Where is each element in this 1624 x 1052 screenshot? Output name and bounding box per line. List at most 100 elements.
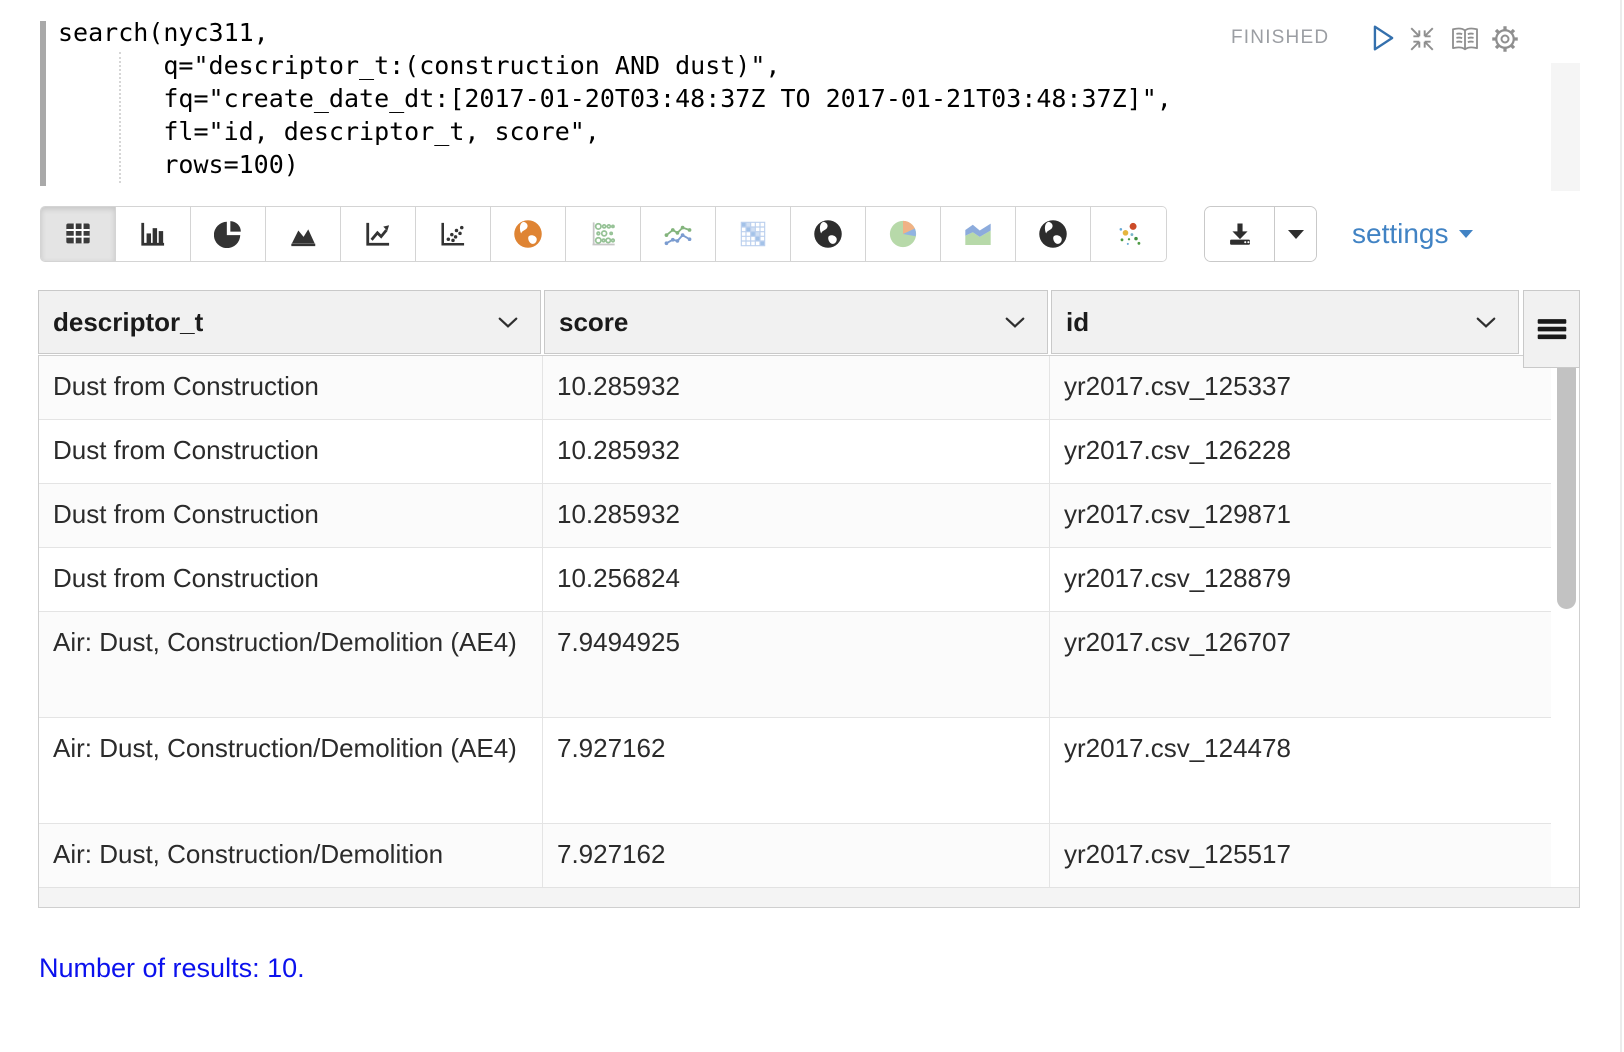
cell-id: yr2017.csv_125517 <box>1049 824 1551 887</box>
cell-score: 10.285932 <box>542 356 1049 419</box>
chevron-down-icon <box>1005 317 1025 328</box>
horizontal-scrollbar-track <box>39 887 1579 907</box>
caret-down-icon <box>1459 230 1473 238</box>
viz-pie-colored-button[interactable] <box>866 207 941 261</box>
paragraph-settings-button[interactable] <box>1490 24 1520 54</box>
viz-globe-orange-button[interactable] <box>491 207 566 261</box>
viz-area-chart-button[interactable] <box>266 207 341 261</box>
run-button[interactable] <box>1370 24 1396 52</box>
table-body-rows: Dust from Construction10.285932yr2017.cs… <box>39 356 1579 888</box>
viz-bubble-grid-button[interactable] <box>566 207 641 261</box>
viz-globe-dark-2-button[interactable] <box>1016 207 1091 261</box>
pie-colored-icon <box>888 219 918 249</box>
cell-score: 7.9494925 <box>542 612 1049 717</box>
play-icon <box>1370 24 1396 52</box>
collapse-editor-button[interactable] <box>1407 25 1437 53</box>
status-badge: FINISHED <box>1231 27 1329 49</box>
viz-line-chart-button[interactable] <box>341 207 416 261</box>
cell-score: 10.285932 <box>542 420 1049 483</box>
book-icon <box>1449 25 1481 53</box>
code-line[interactable]: fq="create_date_dt:[2017-01-20T03:48:37Z… <box>58 82 1172 115</box>
viz-bar-chart-button[interactable] <box>116 207 191 261</box>
caret-down-icon <box>1288 230 1304 239</box>
column-dropdown-button[interactable] <box>1476 317 1496 328</box>
viz-button-group <box>40 206 1167 262</box>
viz-area-colored-button[interactable] <box>941 207 1016 261</box>
cell-id: yr2017.csv_129871 <box>1049 484 1551 547</box>
table-menu-button[interactable] <box>1523 290 1580 368</box>
code-line[interactable]: q="descriptor_t:(construction AND dust)"… <box>58 49 1172 82</box>
cell-score: 10.256824 <box>542 548 1049 611</box>
column-header-id[interactable]: id <box>1051 290 1519 354</box>
table-row: Dust from Construction10.256824yr2017.cs… <box>39 548 1551 612</box>
table-row: Dust from Construction10.285932yr2017.cs… <box>39 484 1551 548</box>
editor-gutter-bar <box>40 21 46 186</box>
multi-line-chart-icon <box>663 220 693 248</box>
cell-id: yr2017.csv_126228 <box>1049 420 1551 483</box>
cell-descriptor_t: Dust from Construction <box>39 356 542 419</box>
chevron-down-icon <box>498 317 518 328</box>
column-header-label: score <box>559 307 628 338</box>
result-count-text: Number of results: 10. <box>39 953 305 984</box>
viz-heatmap-button[interactable] <box>716 207 791 261</box>
code-line[interactable]: fl="id, descriptor_t, score", <box>58 115 1172 148</box>
table-row: Air: Dust, Construction/Demolition (AE4)… <box>39 612 1551 718</box>
results-table-body: Dust from Construction10.285932yr2017.cs… <box>38 355 1580 908</box>
cell-descriptor_t: Dust from Construction <box>39 484 542 547</box>
notebook-paragraph: search(nyc311, q="descriptor_t:(construc… <box>0 0 1624 1052</box>
code-line[interactable]: search(nyc311, <box>58 16 1172 49</box>
viz-globe-dark-1-button[interactable] <box>791 207 866 261</box>
cell-score: 7.927162 <box>542 824 1049 887</box>
cell-descriptor_t: Dust from Construction <box>39 420 542 483</box>
cell-descriptor_t: Air: Dust, Construction/Demolition (AE4) <box>39 718 542 823</box>
cell-id: yr2017.csv_125337 <box>1049 356 1551 419</box>
scatter-colored-icon <box>1115 220 1143 248</box>
viz-pie-chart-button[interactable] <box>191 207 266 261</box>
table-row: Dust from Construction10.285932yr2017.cs… <box>39 420 1551 484</box>
column-header-score[interactable]: score <box>544 290 1048 354</box>
paragraph-right-border <box>1620 0 1622 1052</box>
settings-label: settings <box>1352 218 1449 250</box>
cell-id: yr2017.csv_124478 <box>1049 718 1551 823</box>
cell-descriptor_t: Dust from Construction <box>39 548 542 611</box>
bar-chart-icon <box>139 220 167 248</box>
column-dropdown-button[interactable] <box>1005 317 1025 328</box>
cell-score: 10.285932 <box>542 484 1049 547</box>
gear-icon <box>1490 24 1520 54</box>
vertical-scrollbar-thumb[interactable] <box>1557 359 1576 609</box>
viz-multi-line-chart-button[interactable] <box>641 207 716 261</box>
cell-descriptor_t: Air: Dust, Construction/Demolition <box>39 824 542 887</box>
compress-icon <box>1407 25 1437 53</box>
viz-scatter-colored-button[interactable] <box>1091 207 1166 261</box>
download-options-button[interactable] <box>1275 207 1316 261</box>
column-header-label: id <box>1066 307 1089 338</box>
area-chart-icon <box>289 220 317 248</box>
table-row: Air: Dust, Construction/Demolition7.9271… <box>39 824 1551 888</box>
code-editor[interactable]: search(nyc311, q="descriptor_t:(construc… <box>58 16 1172 181</box>
line-chart-icon <box>364 220 392 248</box>
cell-id: yr2017.csv_128879 <box>1049 548 1551 611</box>
area-colored-icon <box>963 220 993 248</box>
menu-icon <box>1537 318 1567 340</box>
globe-orange-icon <box>513 219 543 249</box>
globe-dark-icon <box>1038 219 1068 249</box>
column-header-descriptor_t[interactable]: descriptor_t <box>38 290 541 354</box>
cell-descriptor_t: Air: Dust, Construction/Demolition (AE4) <box>39 612 542 717</box>
bubble-grid-icon <box>589 220 617 248</box>
column-dropdown-button[interactable] <box>498 317 518 328</box>
pie-chart-icon <box>214 220 242 248</box>
table-row: Air: Dust, Construction/Demolition (AE4)… <box>39 718 1551 824</box>
settings-dropdown[interactable]: settings <box>1352 206 1473 262</box>
viz-table-button[interactable] <box>41 207 116 261</box>
download-button[interactable] <box>1205 207 1275 261</box>
globe-dark-icon <box>813 219 843 249</box>
toggle-output-button[interactable] <box>1449 25 1481 53</box>
cell-id: yr2017.csv_126707 <box>1049 612 1551 717</box>
editor-scrollbar-track[interactable] <box>1551 63 1580 191</box>
viz-scatter-chart-button[interactable] <box>416 207 491 261</box>
code-line[interactable]: rows=100) <box>58 148 1172 181</box>
download-button-group <box>1204 206 1317 262</box>
column-header-label: descriptor_t <box>53 307 203 338</box>
scatter-chart-icon <box>439 220 467 248</box>
cell-score: 7.927162 <box>542 718 1049 823</box>
